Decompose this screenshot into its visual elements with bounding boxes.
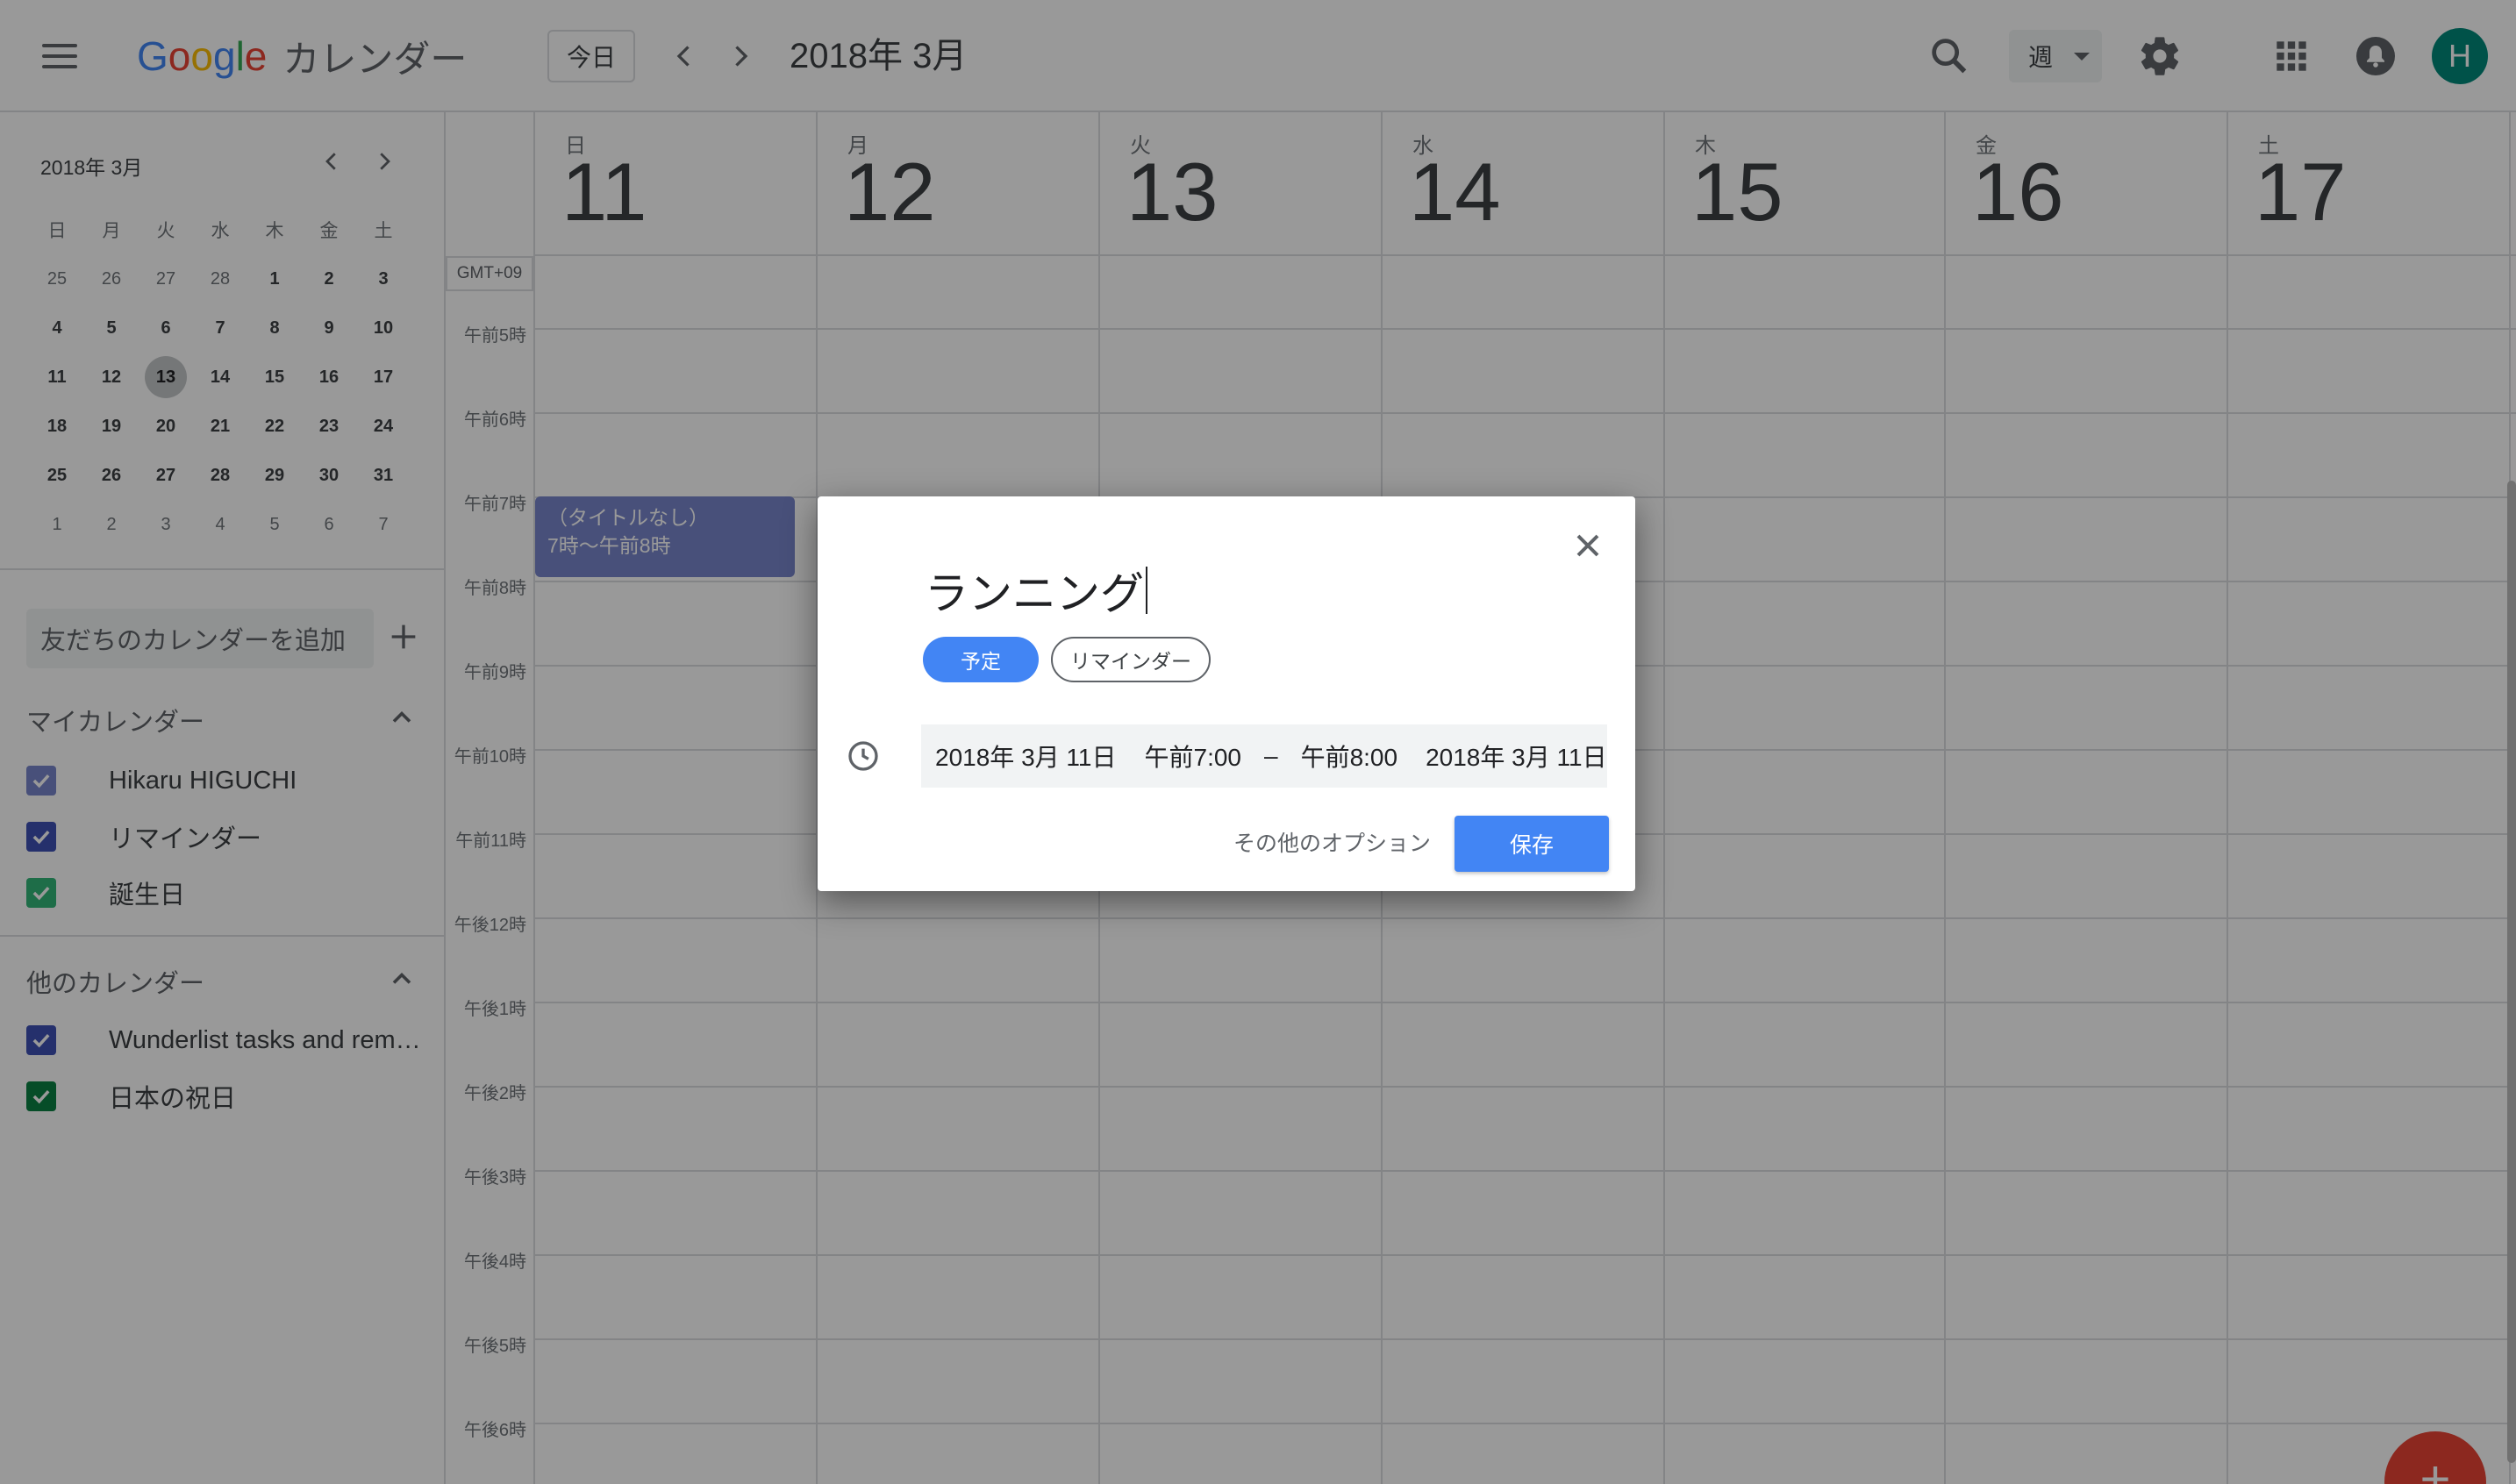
text-cursor [1146, 567, 1147, 614]
time-separator: – [1264, 742, 1278, 769]
end-time[interactable]: 午前8:00 [1301, 738, 1398, 774]
event-type-chip[interactable]: 予定 [923, 637, 1039, 682]
event-title-value: ランニング [925, 569, 1144, 618]
quick-event-dialog: ランニング 予定 リマインダー 2018年 3月 11日 午前7:00 – 午前… [818, 496, 1635, 891]
event-title-input[interactable]: ランニング [925, 560, 1556, 621]
end-date[interactable]: 2018年 3月 11日 [1426, 738, 1607, 774]
save-button[interactable]: 保存 [1455, 816, 1609, 872]
reminder-type-chip[interactable]: リマインダー [1051, 637, 1211, 682]
more-options-link[interactable]: その他のオプション [1233, 826, 1431, 858]
start-date[interactable]: 2018年 3月 11日 [935, 738, 1117, 774]
clock-icon [846, 738, 881, 774]
date-time-row: 2018年 3月 11日 午前7:00 – 午前8:00 2018年 3月 11… [921, 724, 1607, 788]
start-time[interactable]: 午前7:00 [1145, 738, 1242, 774]
close-icon[interactable] [1569, 526, 1607, 565]
